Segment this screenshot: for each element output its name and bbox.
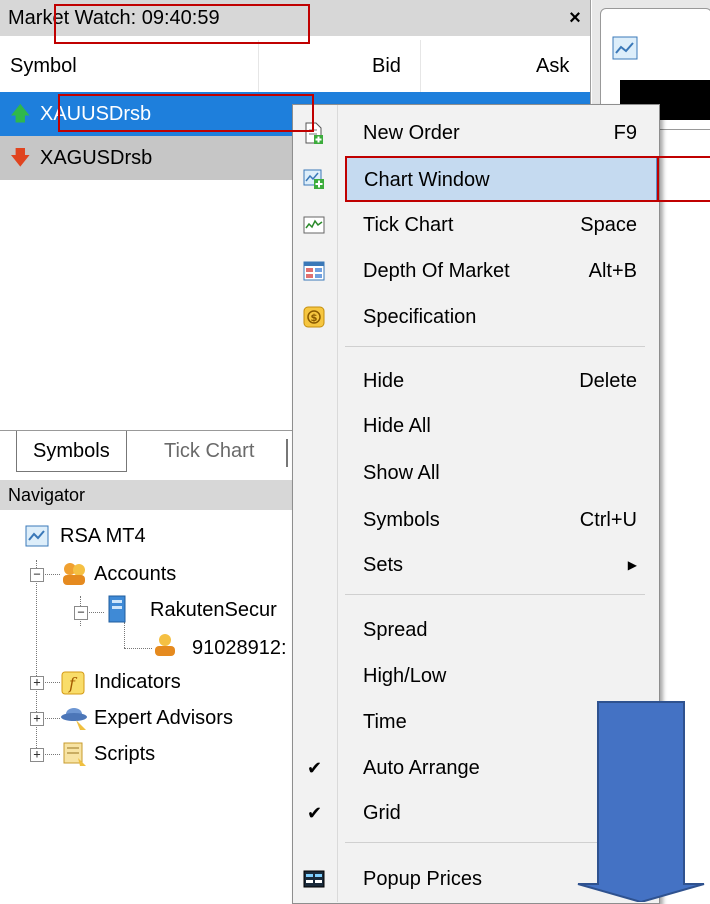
checkmark-icon: ✔ xyxy=(307,803,323,823)
expand-icon[interactable]: + xyxy=(30,748,44,762)
user-icon xyxy=(155,634,175,656)
shortcut-label: Space xyxy=(580,214,637,236)
annotation-box-chart-window xyxy=(345,156,659,202)
menu-item-sets[interactable]: Sets ▶ xyxy=(293,542,659,588)
annotation-line xyxy=(658,156,710,158)
terminal-icon xyxy=(25,525,49,547)
tab-divider xyxy=(286,439,288,467)
submenu-arrow-icon: ▶ xyxy=(627,558,637,572)
shortcut-label: Delete xyxy=(579,370,637,392)
depth-of-market-icon xyxy=(303,261,325,281)
tree-line xyxy=(42,754,60,755)
annotation-arrow-down xyxy=(577,701,705,902)
tree-item-expert-advisors[interactable]: Expert Advisors xyxy=(94,700,233,736)
navigator-title: Navigator xyxy=(0,480,300,510)
tree-line xyxy=(124,622,125,648)
shortcut-label: Ctrl+U xyxy=(579,509,637,531)
market-watch-tabs: Symbols Tick Chart xyxy=(0,430,300,475)
menu-item-label: Show All xyxy=(363,462,440,484)
tab-symbols[interactable]: Symbols xyxy=(16,431,127,472)
symbol-name: XAGUSDrsb xyxy=(40,147,153,169)
menu-item-hide-all[interactable]: Hide All xyxy=(293,403,659,449)
close-icon[interactable]: × xyxy=(560,0,590,36)
menu-item-label: Time xyxy=(363,711,407,733)
tree-line xyxy=(42,682,60,683)
column-divider[interactable] xyxy=(420,40,421,92)
expert-advisors-icon xyxy=(61,708,87,730)
menu-item-depth-of-market[interactable]: Depth Of Market Alt+B xyxy=(293,248,659,294)
tree-item-indicators[interactable]: Indicators xyxy=(94,664,181,700)
scripts-icon xyxy=(63,742,86,766)
shortcut-label: F9 xyxy=(613,122,637,144)
expand-icon[interactable]: + xyxy=(30,676,44,690)
tick-chart-icon xyxy=(303,216,325,234)
tree-line xyxy=(36,560,37,756)
menu-item-specification[interactable]: $ Specification xyxy=(293,294,659,340)
menu-item-label: Depth Of Market xyxy=(363,260,510,282)
navigator-root[interactable]: RSA MT4 xyxy=(60,518,146,554)
menu-item-label: Hide All xyxy=(363,415,431,437)
column-header-bid[interactable]: Bid xyxy=(372,40,401,92)
menu-item-label: Sets xyxy=(363,554,404,576)
annotation-box-symbol xyxy=(58,94,314,132)
indicators-icon: f xyxy=(61,671,85,695)
menu-item-label: High/Low xyxy=(363,665,447,687)
tree-item-account[interactable]: 91028912: xyxy=(192,630,287,666)
arrow-down-icon: 🡇 xyxy=(10,147,31,169)
tree-line xyxy=(124,648,152,649)
column-header-ask[interactable]: Ask xyxy=(536,40,569,92)
checkmark-icon: ✔ xyxy=(307,758,323,778)
column-header-symbol[interactable]: Symbol xyxy=(10,40,77,92)
menu-item-label: Popup Prices xyxy=(363,868,482,890)
menu-item-label: Tick Chart xyxy=(363,214,454,236)
arrow-up-icon: 🡅 xyxy=(10,103,31,125)
accounts-icon xyxy=(63,563,85,585)
tree-item-accounts[interactable]: Accounts xyxy=(94,556,176,592)
chart-window-icon xyxy=(303,169,324,189)
tree-line xyxy=(42,574,60,575)
menu-item-symbols[interactable]: Symbols Ctrl+U xyxy=(293,497,659,543)
tree-line xyxy=(42,718,60,719)
market-watch-header: Symbol Bid Ask xyxy=(0,40,590,93)
menu-item-label: Auto Arrange xyxy=(363,757,480,779)
menu-item-label: Specification xyxy=(363,306,477,328)
popup-prices-icon xyxy=(303,870,325,888)
menu-item-spread[interactable]: Spread xyxy=(293,607,659,653)
menu-item-tick-chart[interactable]: Tick Chart Space xyxy=(293,202,659,248)
menu-item-label: Spread xyxy=(363,619,428,641)
tree-line xyxy=(86,612,104,613)
menu-item-label: Grid xyxy=(363,802,401,824)
expand-icon[interactable]: + xyxy=(30,712,44,726)
menu-item-label: New Order xyxy=(363,122,460,144)
menu-item-hide[interactable]: Hide Delete xyxy=(293,358,659,404)
svg-text:$: $ xyxy=(311,313,318,324)
tree-item-scripts[interactable]: Scripts xyxy=(94,736,155,772)
menu-item-new-order[interactable]: New Order F9 xyxy=(293,110,659,156)
tree-item-broker[interactable]: RakutenSecur xyxy=(150,592,277,628)
specification-icon: $ xyxy=(303,306,325,328)
collapse-icon[interactable]: − xyxy=(74,606,88,620)
menu-separator xyxy=(345,594,645,595)
server-icon xyxy=(108,595,126,623)
column-divider[interactable] xyxy=(258,40,259,92)
menu-item-show-all[interactable]: Show All xyxy=(293,450,659,496)
annotation-line xyxy=(658,200,710,202)
menu-item-label: Hide xyxy=(363,370,405,392)
annotation-box-title xyxy=(54,4,310,44)
chart-icon xyxy=(612,36,638,60)
collapse-icon[interactable]: − xyxy=(30,568,44,582)
menu-item-label: Symbols xyxy=(363,509,440,531)
menu-item-high-low[interactable]: High/Low xyxy=(293,653,659,699)
menu-separator xyxy=(345,346,645,347)
tab-tick-chart[interactable]: Tick Chart xyxy=(148,431,270,471)
shortcut-label: Alt+B xyxy=(588,260,637,282)
